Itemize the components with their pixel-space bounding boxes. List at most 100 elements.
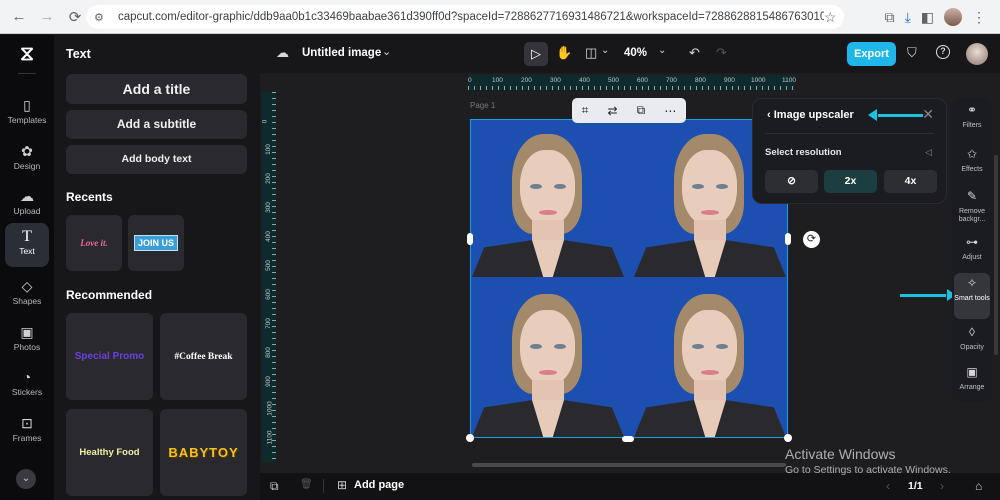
site-info-icon[interactable]: ⚙	[94, 11, 112, 24]
bookmark-star-icon[interactable]: ☆	[824, 9, 844, 26]
resize-handle-bottom-right[interactable]	[784, 434, 792, 442]
page-label: Page 1	[470, 101, 496, 110]
cloud-save-icon[interactable]: ☁	[276, 45, 289, 61]
resolution-4x-button[interactable]: 4x	[884, 170, 937, 193]
reload-icon[interactable]: ⟳	[64, 8, 86, 26]
rail-item-upload[interactable]: ☁ Upload	[5, 183, 49, 225]
tool-smart-tools[interactable]: ✧ Smart tools	[954, 273, 990, 319]
select-tool-button[interactable]: ▷	[524, 42, 548, 66]
url-text[interactable]: capcut.com/editor-graphic/ddb9aa0b1c3346…	[118, 11, 824, 23]
undo-icon[interactable]: ↶	[689, 45, 700, 61]
address-bar[interactable]: ⚙ capcut.com/editor-graphic/ddb9aa0b1c33…	[86, 5, 844, 29]
ruler-tick-label: 100	[492, 77, 503, 84]
rail-label: Text	[19, 246, 35, 256]
add-subtitle-button[interactable]: Add a subtitle	[66, 110, 247, 139]
resize-handle-bottom-left[interactable]	[466, 434, 474, 442]
resize-handle-left[interactable]	[467, 233, 473, 245]
bottom-bar: ⧉ 🗑 ⊞ Add page ‹ 1/1 › ⌂	[260, 473, 1000, 500]
next-page-icon[interactable]: ›	[940, 479, 944, 493]
browser-menu-icon[interactable]: ⋮	[972, 9, 986, 26]
delete-page-icon[interactable]: 🗑	[300, 479, 313, 490]
ruler-tick-label: 300	[550, 77, 561, 84]
capcut-logo[interactable]: ⧖	[14, 43, 40, 65]
duplicate-icon[interactable]: ⧉	[637, 103, 646, 118]
ruler-tick-label: 700	[264, 318, 272, 329]
text-panel: Text Add a title Add a subtitle Add body…	[54, 35, 260, 500]
tool-adjust[interactable]: ⊶ Adjust	[954, 232, 990, 278]
side-panel-icon[interactable]: ◧	[921, 9, 934, 26]
add-page-icon[interactable]: ⊞	[337, 478, 347, 492]
upscaler-header[interactable]: ‹ Image upscaler	[767, 109, 854, 121]
rail-item-shapes[interactable]: ◇ Shapes	[5, 273, 49, 315]
document-title[interactable]: Untitled image	[302, 47, 381, 59]
tool-effects[interactable]: ✩ Effects	[954, 144, 990, 190]
browser-toolbar: ← → ⟳ ⚙ capcut.com/editor-graphic/ddb9aa…	[0, 0, 1000, 34]
tool-remove-background[interactable]: ✎ Remove backgr...	[954, 186, 990, 232]
recent-text-template[interactable]: JOIN US	[128, 215, 184, 271]
resize-handle-right[interactable]	[785, 233, 791, 245]
rail-item-design[interactable]: ✿ Design	[5, 138, 49, 180]
close-icon[interactable]: ✕	[922, 106, 934, 123]
recents-heading: Recents	[66, 190, 113, 204]
title-chevron-down-icon[interactable]: ⌄	[382, 45, 391, 58]
replace-icon[interactable]: ⇄	[607, 104, 617, 118]
tool-filters[interactable]: ⚭ Filters	[954, 100, 990, 146]
speaker-icon[interactable]: ◁	[925, 147, 932, 158]
user-avatar[interactable]	[966, 43, 988, 65]
shield-icon[interactable]: ⛉	[907, 45, 917, 61]
layout-chevron-down-icon[interactable]: ⌄	[601, 45, 609, 56]
chevron-down-icon[interactable]: ⌄	[16, 469, 36, 489]
recent-text-template[interactable]: Love it.	[66, 215, 122, 271]
duplicate-page-icon[interactable]: ⧉	[270, 479, 279, 494]
ruler-tick-label: 400	[579, 77, 590, 84]
layout-icon[interactable]: ◫	[585, 45, 597, 61]
hand-tool-icon[interactable]: ✋	[556, 45, 572, 61]
previous-page-icon[interactable]: ‹	[886, 479, 890, 493]
ruler-tick-label: 300	[264, 202, 272, 213]
portrait-photo	[634, 282, 786, 437]
resize-handle-bottom[interactable]	[622, 436, 634, 442]
redo-icon[interactable]: ↷	[716, 45, 727, 61]
watermark-subtitle: Go to Settings to activate Windows.	[785, 464, 951, 476]
templates-icon: ▯	[23, 97, 31, 113]
extensions-icon[interactable]: ⧉	[885, 9, 895, 26]
resolution-none-button[interactable]: ⊘	[765, 170, 818, 193]
back-chevron-icon[interactable]: ‹	[767, 109, 771, 121]
zoom-level[interactable]: 40%	[624, 47, 647, 59]
divider	[323, 479, 324, 493]
expand-icon[interactable]: ⌂	[975, 479, 982, 493]
selected-image[interactable]	[470, 119, 788, 438]
rail-item-frames[interactable]: ⊡ Frames	[5, 410, 49, 452]
export-button[interactable]: Export	[847, 42, 896, 66]
rail-item-templates[interactable]: ▯ Templates	[5, 92, 49, 134]
horizontal-scrollbar[interactable]	[472, 463, 786, 467]
profile-avatar[interactable]	[944, 8, 962, 26]
help-icon[interactable]: ?	[936, 45, 950, 59]
recommended-text-template[interactable]: Special Promo	[66, 313, 153, 400]
resolution-2x-button[interactable]: 2x	[824, 170, 877, 193]
forward-icon[interactable]: →	[36, 8, 58, 25]
ruler-tick-label: 900	[724, 77, 735, 84]
rotate-icon[interactable]: ⟳	[803, 231, 820, 248]
upscaler-title: Image upscaler	[773, 109, 854, 121]
rail-item-text[interactable]: T Text	[5, 223, 49, 267]
rail-label: Frames	[12, 433, 42, 443]
more-options-icon[interactable]: ⋯	[664, 104, 676, 118]
template-preview: JOIN US	[133, 235, 178, 251]
rail-item-stickers[interactable]: ◔ Stickers	[5, 364, 49, 406]
tool-arrange[interactable]: ▣ Arrange	[954, 362, 990, 408]
recommended-text-template[interactable]: Healthy Food	[66, 409, 153, 496]
add-body-text-button[interactable]: Add body text	[66, 145, 247, 174]
recommended-text-template[interactable]: #Coffee Break	[160, 313, 247, 400]
zoom-chevron-down-icon[interactable]: ⌄	[658, 45, 666, 56]
rail-item-photos[interactable]: ▣ Photos	[5, 319, 49, 361]
back-icon[interactable]: ←	[8, 8, 30, 25]
vertical-scrollbar[interactable]	[994, 155, 998, 355]
recommended-text-template[interactable]: BABYTOY	[160, 409, 247, 496]
add-title-button[interactable]: Add a title	[66, 74, 247, 104]
add-page-button[interactable]: Add page	[354, 479, 404, 491]
divider	[765, 133, 934, 134]
download-icon[interactable]: ⤓	[905, 9, 911, 26]
crop-icon[interactable]: ⌗	[582, 103, 589, 118]
remove-background-icon: ✎	[966, 189, 978, 203]
